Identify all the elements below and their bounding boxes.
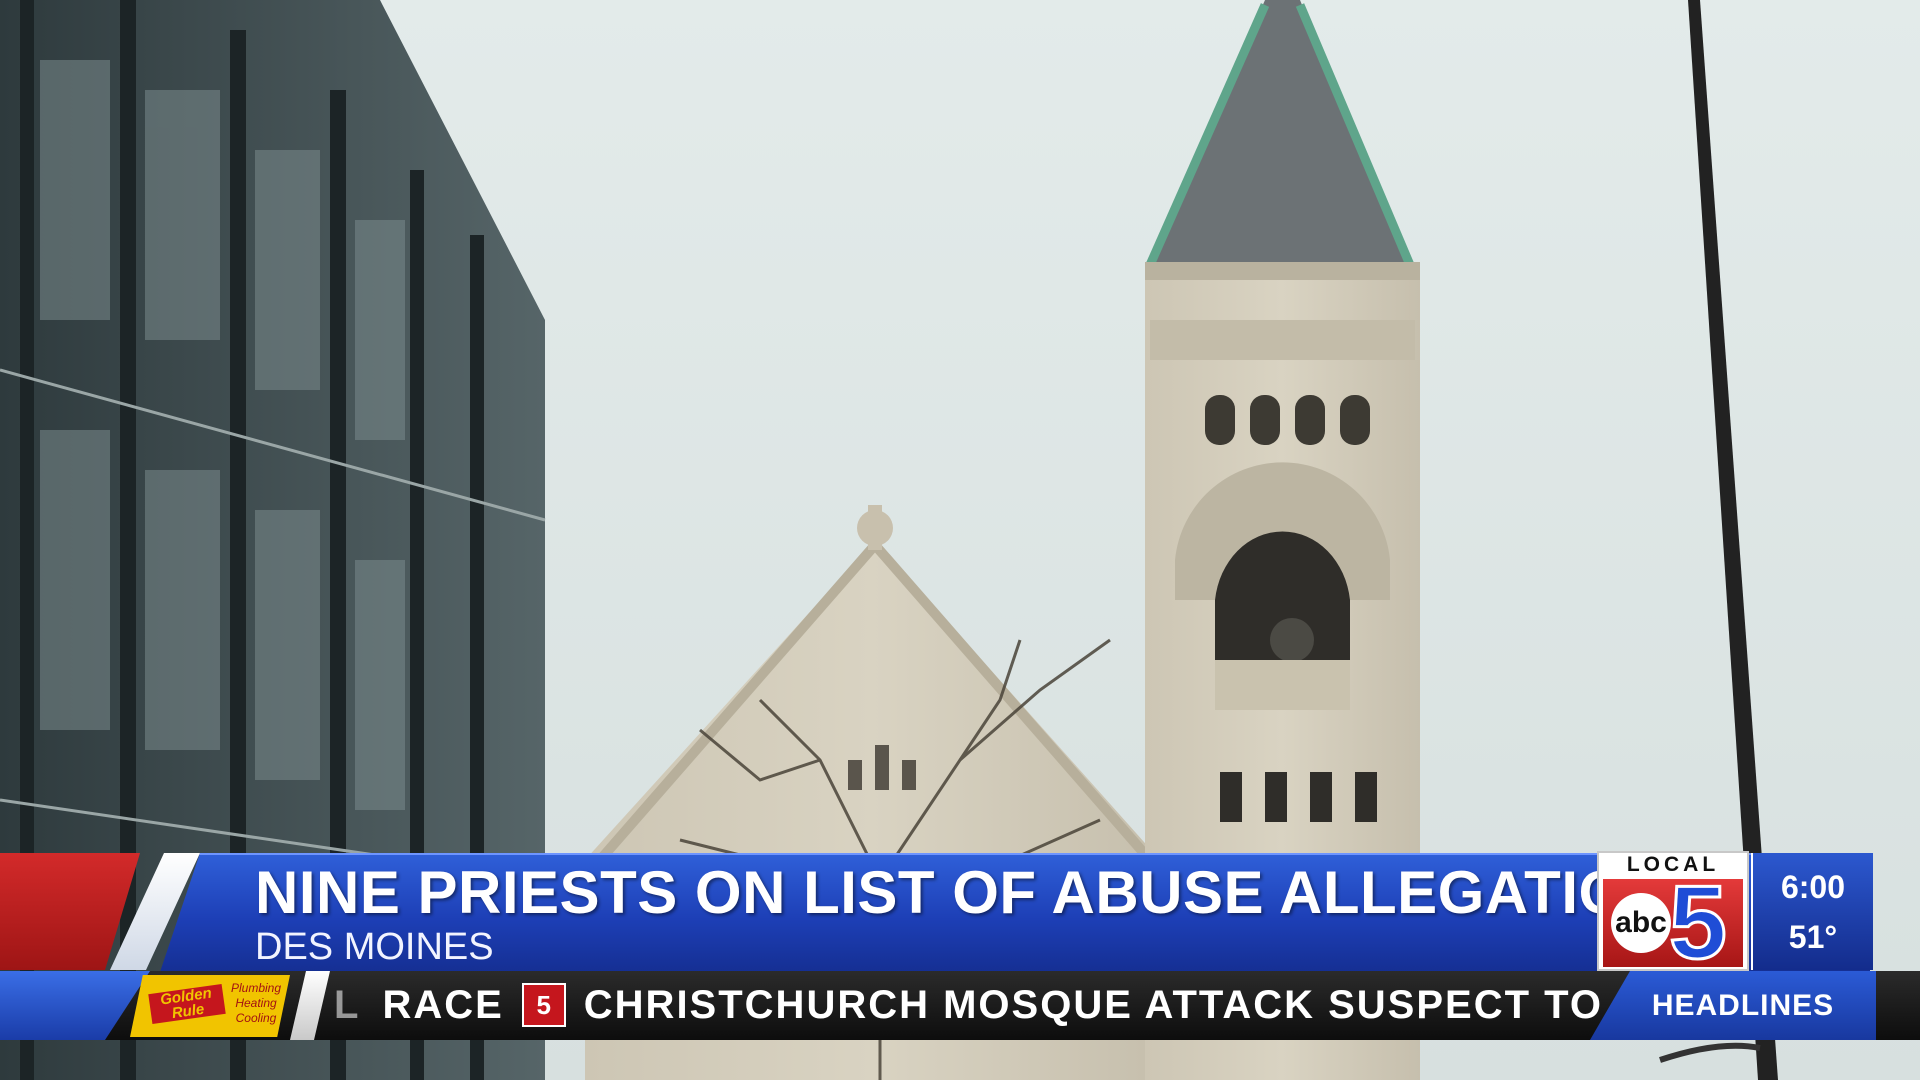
station-logo: LOCAL abc 5 — [1597, 851, 1749, 977]
ticker-blue-accent — [0, 971, 150, 1040]
sponsor-brand: Golden Rule — [148, 983, 226, 1025]
ticker-item: RACE — [382, 983, 504, 1027]
ticker-white-accent — [290, 971, 330, 1040]
channel-number: 5 — [1668, 865, 1729, 981]
location-text: DES MOINES — [255, 926, 494, 968]
sponsor-service: Heating — [235, 996, 277, 1010]
sponsor-service: Cooling — [235, 1011, 277, 1025]
logo-art: abc 5 — [1603, 870, 1743, 977]
clock-time: 6:00 — [1780, 869, 1846, 905]
abc-network-icon: abc — [1611, 893, 1671, 953]
ticker-section-label: HEADLINES — [1590, 971, 1876, 1040]
ticker-item: CHRISTCHURCH MOSQUE ATTACK SUSPECT TO — [583, 983, 1603, 1027]
headline-text: NINE PRIESTS ON LIST OF ABUSE ALLEGATION… — [255, 859, 1711, 926]
station-bug-icon: 5 — [521, 983, 566, 1027]
sponsor-services: Plumbing Heating Cooling — [226, 981, 286, 1026]
news-ticker: Golden Rule Plumbing Heating Cooling L RA… — [0, 971, 1920, 1040]
ticker-text-area: L RACE 5 CHRISTCHURCH MOSQUE ATTACK SUSPECT… — [334, 971, 1604, 1040]
ticker-item: L — [334, 983, 361, 1027]
sponsor-service: Plumbing — [230, 981, 282, 995]
sponsor-logo: Golden Rule Plumbing Heating Cooling — [130, 975, 290, 1037]
time-temperature-panel: 6:00 51° — [1751, 853, 1873, 970]
temperature: 51° — [1788, 919, 1838, 955]
